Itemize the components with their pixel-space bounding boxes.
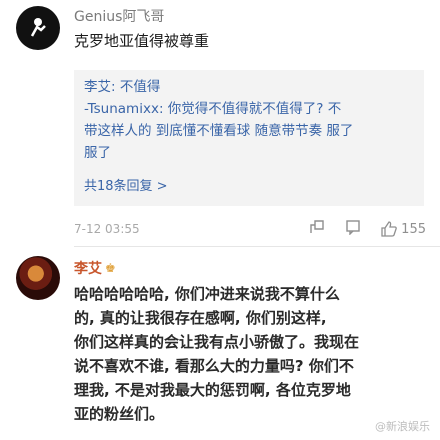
comment-line: 说不喜欢不谁, 看那么大的力量吗? 你们不 — [74, 357, 354, 375]
avatar-liai[interactable] — [16, 256, 60, 300]
comment-meta-row: 7-12 03:55 155 — [74, 218, 426, 240]
more-replies-link[interactable]: 共18条回复 > — [84, 176, 168, 198]
comment-time: 7-12 03:55 — [74, 222, 140, 236]
like-button[interactable]: 155 — [380, 221, 426, 237]
comment-line: 的, 真的让我很存在感啊, 你们别这样, — [74, 309, 327, 327]
reply-line: 李艾: 不值得 — [84, 79, 161, 95]
comment-text: 哈哈哈哈哈哈, 你们冲进来说我不算什么 的, 真的让我很存在感啊, 你们别这样,… — [74, 282, 424, 426]
avatar-genius[interactable] — [16, 6, 60, 50]
comment-line: 亚的粉丝们。 — [74, 405, 165, 423]
comment-icon[interactable] — [340, 219, 366, 239]
username-liai-label: 李艾 — [74, 261, 102, 277]
like-count: 155 — [401, 221, 426, 237]
crown-icon: ♚ — [105, 261, 116, 275]
reply-line: 服了 — [84, 145, 111, 161]
comment-line: 你们这样真的会让我有点小骄傲了。我现在 — [74, 333, 360, 351]
reply-thread-box[interactable]: 李艾: 不值得 -Tsunamixx: 你觉得不值得就不值得了? 不 带这样人的… — [74, 70, 424, 206]
comment-text: 克罗地亚值得被尊重 — [74, 32, 210, 50]
thumbs-up-icon — [381, 221, 398, 237]
reply-line: -Tsunamixx: 你觉得不值得就不值得了? 不 — [84, 101, 342, 117]
avatar-figure-icon — [30, 18, 46, 37]
comment-line: 哈哈哈哈哈哈, 你们冲进来说我不算什么 — [74, 285, 340, 303]
username-liai[interactable]: 李艾 ♚ — [74, 258, 116, 278]
watermark: @新浪娱乐 — [375, 420, 430, 433]
comment-divider — [74, 246, 440, 247]
reply-line: 带这样人的 到底懂不懂看球 随意带节奏 服了 — [84, 123, 354, 139]
username-genius[interactable]: Genius阿飞哥 — [74, 6, 164, 26]
comment-line: 理我, 不是对我最大的惩罚啊, 各位克罗地 — [74, 381, 351, 399]
share-icon[interactable] — [304, 219, 330, 239]
